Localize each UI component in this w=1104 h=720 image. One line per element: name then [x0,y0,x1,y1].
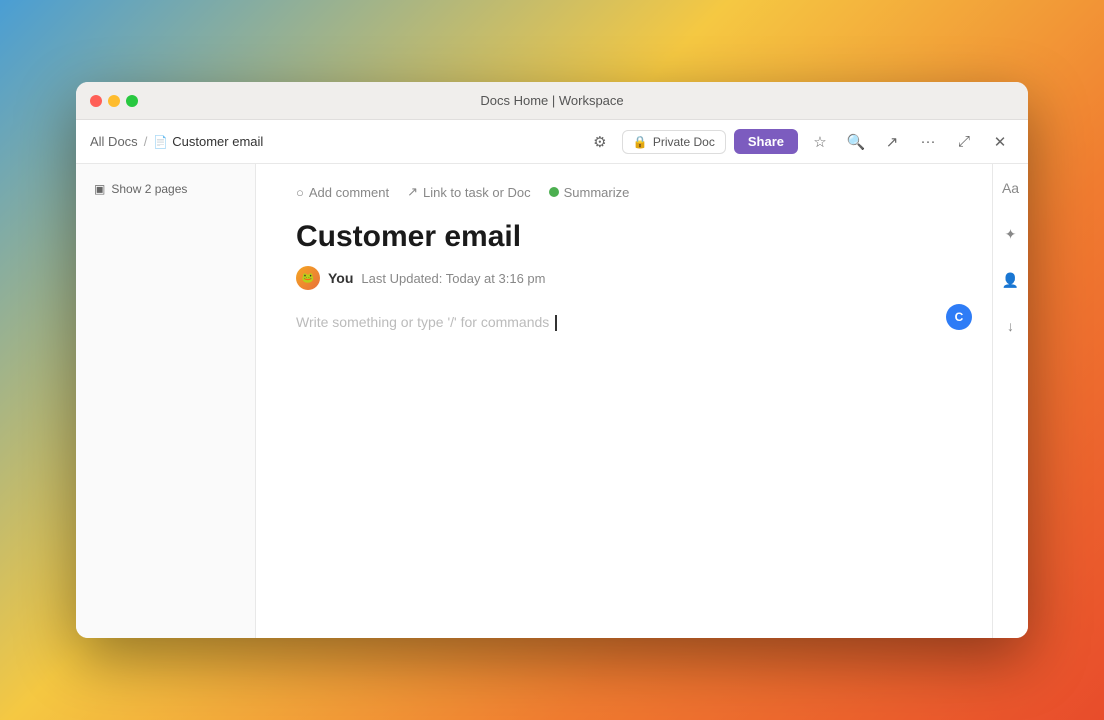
summarize-dot-icon [549,187,559,197]
search-button[interactable]: 🔍 [842,128,870,156]
avatar: 🐸 [296,266,320,290]
right-panel: Aa ✦ 👤 ↓ [992,164,1028,638]
avatar-emoji: 🐸 [302,273,314,284]
editor-placeholder[interactable]: Write something or type '/' for commands [296,314,549,330]
private-doc-button[interactable]: 🔒 Private Doc [622,130,726,154]
window-title: Docs Home | Workspace [480,93,623,108]
summarize-button[interactable]: Summarize [549,185,630,200]
font-icon: Aa [1002,180,1019,196]
top-bar-actions: ⚙ 🔒 Private Doc Share ☆ 🔍 ↗ ··· ⤢ ✕ [586,128,1014,156]
link-task-button[interactable]: ↗ Link to task or Doc [407,184,531,200]
fullscreen-button[interactable] [126,95,138,107]
private-doc-label: Private Doc [653,135,715,149]
show-pages-label: Show 2 pages [111,182,187,196]
download-icon: ↓ [1007,318,1014,334]
ai-button[interactable]: C [946,304,972,330]
editor-wrapper: Write something or type '/' for commands… [296,314,942,332]
more-button[interactable]: ··· [914,128,942,156]
breadcrumb-current: 📄 Customer email [153,134,263,149]
close-button[interactable]: ✕ [986,128,1014,156]
breadcrumb-separator: / [144,134,148,149]
doc-updated: Last Updated: Today at 3:16 pm [361,271,545,286]
download-button[interactable]: ↓ [997,312,1025,340]
show-pages-button[interactable]: ▣ Show 2 pages [88,178,243,200]
traffic-lights [76,95,138,107]
document-title: Customer email [296,220,942,254]
star-panel-icon: ✦ [1005,226,1017,243]
settings-button[interactable]: ⚙ [586,128,614,156]
breadcrumb-current-label: Customer email [172,134,263,149]
minimize-button[interactable] [108,95,120,107]
link-task-label: Link to task or Doc [423,185,531,200]
updated-label: Last Updated: [361,271,442,286]
summarize-label: Summarize [564,185,630,200]
app-window: Docs Home | Workspace All Docs / 📄 Custo… [76,82,1028,638]
titlebar: Docs Home | Workspace [76,82,1028,120]
updated-time: Today at 3:16 pm [446,271,546,286]
main-layout: ▣ Show 2 pages ○ Add comment ↗ Link to t… [76,164,1028,638]
lock-icon: 🔒 [633,135,648,149]
export-button[interactable]: ↗ [878,128,906,156]
doc-meta: 🐸 You Last Updated: Today at 3:16 pm [296,266,942,290]
add-comment-button[interactable]: ○ Add comment [296,185,389,200]
doc-author: You [328,270,353,286]
star-panel-button[interactable]: ✦ [997,220,1025,248]
comment-icon: ○ [296,185,304,200]
link-icon: ↗ [407,184,418,200]
star-button[interactable]: ☆ [806,128,834,156]
font-size-button[interactable]: Aa [997,174,1025,202]
pages-icon: ▣ [94,182,105,196]
add-comment-label: Add comment [309,185,389,200]
text-cursor [555,315,557,331]
close-button[interactable] [90,95,102,107]
doc-toolbar: ○ Add comment ↗ Link to task or Doc Summ… [296,184,942,200]
people-icon: 👤 [1002,272,1019,289]
share-button[interactable]: Share [734,129,798,154]
expand-button[interactable]: ⤢ [950,128,978,156]
doc-area[interactable]: ○ Add comment ↗ Link to task or Doc Summ… [256,164,992,638]
collaborators-button[interactable]: 👤 [997,266,1025,294]
top-bar: All Docs / 📄 Customer email ⚙ 🔒 Private … [76,120,1028,164]
sidebar: ▣ Show 2 pages [76,164,256,638]
breadcrumb: All Docs / 📄 Customer email [90,134,263,149]
breadcrumb-parent[interactable]: All Docs [90,134,138,149]
doc-icon: 📄 [153,135,168,149]
